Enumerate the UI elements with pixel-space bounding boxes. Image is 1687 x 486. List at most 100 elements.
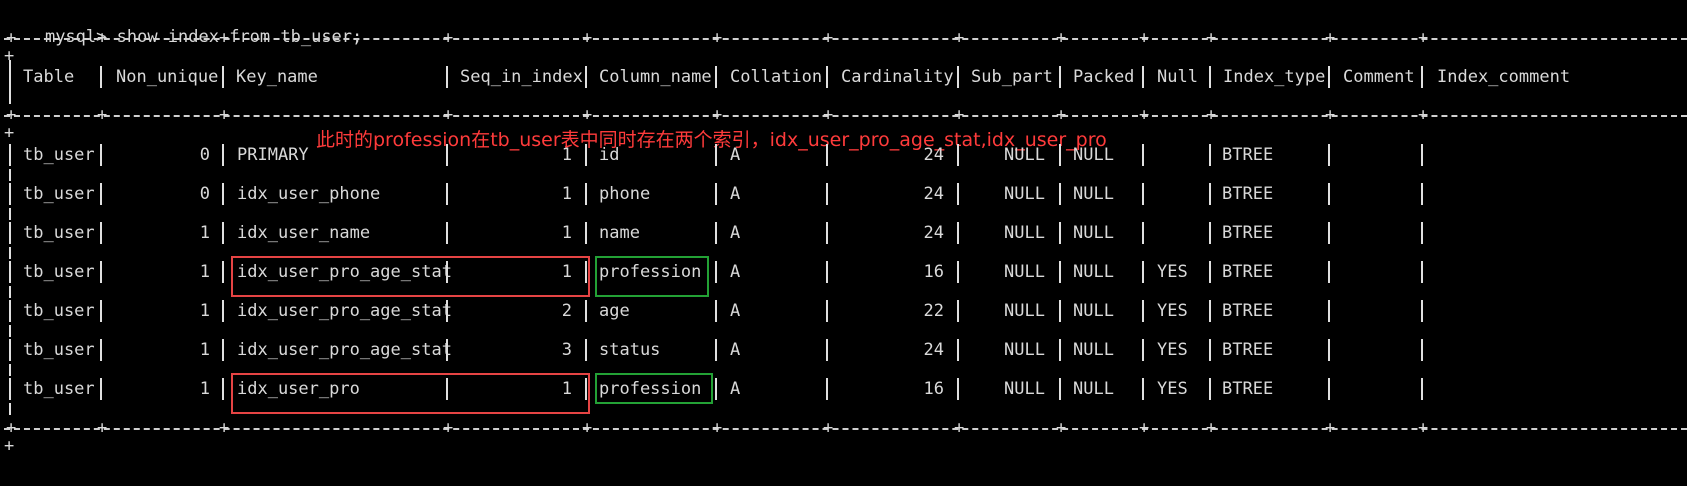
cell-separator — [1142, 300, 1144, 322]
separator-cross: + — [823, 418, 834, 438]
column-header: Index_type — [1223, 67, 1326, 87]
cell-non-unique: 1 — [199, 262, 210, 282]
cell-table: tb_user — [23, 262, 95, 282]
cell-index-type: BTREE — [1222, 145, 1274, 165]
cell-separator — [826, 144, 828, 166]
cell-separator — [9, 144, 11, 166]
cell-packed: NULL — [1073, 223, 1114, 243]
column-header: Index_comment — [1437, 67, 1571, 87]
cell-separator — [446, 300, 448, 322]
cell-separator — [1142, 222, 1144, 244]
separator-cross: + — [6, 28, 17, 48]
cell-separator — [100, 144, 102, 166]
cell-separator — [222, 300, 224, 322]
column-header: Packed — [1073, 67, 1135, 87]
cell-separator — [9, 378, 11, 400]
cell-table: tb_user — [23, 145, 95, 165]
cell-sub-part: NULL — [1004, 262, 1045, 282]
separator-cross: + — [97, 418, 108, 438]
cell-index-type: BTREE — [1222, 262, 1274, 282]
header-separator — [957, 66, 959, 88]
separator-cross: + — [443, 28, 454, 48]
cell-separator — [1421, 261, 1423, 283]
cell-separator — [1142, 144, 1144, 166]
column-header: Collation — [730, 67, 823, 87]
cell-key-name: idx_user_pro_age_stat — [237, 262, 452, 282]
column-header: Table — [23, 67, 75, 87]
separator-cross: + — [1418, 28, 1429, 48]
terminal-window[interactable]: mysql> show index from tb_user; 此时的profe… — [0, 0, 1687, 486]
cell-separator — [446, 261, 448, 283]
separator-cross: + — [582, 418, 593, 438]
cell-cardinality: 24 — [923, 184, 944, 204]
column-header: Non_unique — [116, 67, 219, 87]
cell-separator — [1328, 144, 1330, 166]
separator-cross: + — [582, 105, 593, 125]
cell-sub-part: NULL — [1004, 301, 1045, 321]
cell-separator — [100, 378, 102, 400]
header-separator — [446, 66, 448, 88]
cell-table: tb_user — [23, 301, 95, 321]
cell-separator — [446, 222, 448, 244]
cell-sub-part: NULL — [1004, 379, 1045, 399]
cell-separator — [222, 261, 224, 283]
cell-sub-part: NULL — [1004, 340, 1045, 360]
cell-separator — [957, 339, 959, 361]
cell-separator — [715, 339, 717, 361]
cell-separator — [1209, 144, 1211, 166]
cell-separator — [446, 183, 448, 205]
separator-cross: + — [823, 28, 834, 48]
cell-index-type: BTREE — [1222, 301, 1274, 321]
cell-packed: NULL — [1073, 340, 1114, 360]
cell-separator — [1209, 183, 1211, 205]
cell-separator — [1421, 339, 1423, 361]
cell-separator — [957, 222, 959, 244]
cell-separator — [1421, 222, 1423, 244]
cell-separator — [222, 339, 224, 361]
header-separator — [585, 66, 587, 88]
cell-separator — [1209, 339, 1211, 361]
separator-cross: + — [823, 105, 834, 125]
column-header: Seq_in_index — [460, 67, 583, 87]
separator-line — [4, 38, 1687, 40]
cell-non-unique: 0 — [199, 184, 210, 204]
cell-column-name: profession — [599, 262, 702, 282]
separator-cross: + — [1418, 418, 1429, 438]
column-header: Sub_part — [971, 67, 1053, 87]
cell-separator — [100, 222, 102, 244]
cell-separator — [1059, 300, 1061, 322]
header-separator — [1209, 66, 1211, 88]
cell-separator — [715, 261, 717, 283]
cell-key-name: idx_user_pro_age_stat — [237, 340, 452, 360]
separator-cross: + — [1139, 105, 1150, 125]
cell-index-type: BTREE — [1222, 340, 1274, 360]
column-header: Column_name — [599, 67, 712, 87]
cell-separator — [826, 183, 828, 205]
separator-cross: + — [219, 418, 230, 438]
cell-separator — [585, 261, 587, 283]
cell-null: YES — [1157, 262, 1188, 282]
separator-cross: + — [1206, 28, 1217, 48]
separator-cross: + — [219, 28, 230, 48]
cell-separator — [715, 222, 717, 244]
separator-cross: + — [1325, 28, 1336, 48]
cell-separator — [446, 339, 448, 361]
cell-separator — [585, 144, 587, 166]
row-wrap-mark — [9, 403, 11, 415]
separator-cross: + — [97, 28, 108, 48]
separator-cross: + — [954, 105, 965, 125]
cell-table: tb_user — [23, 223, 95, 243]
cell-seq-in-index: 1 — [561, 184, 572, 204]
header-separator — [1059, 66, 1061, 88]
cell-separator — [585, 378, 587, 400]
cell-separator — [1209, 222, 1211, 244]
cell-index-type: BTREE — [1222, 223, 1274, 243]
cell-table: tb_user — [23, 379, 95, 399]
cell-separator — [1328, 261, 1330, 283]
separator-cross: + — [1206, 418, 1217, 438]
cell-separator — [1059, 222, 1061, 244]
cell-separator — [1059, 183, 1061, 205]
cell-separator — [585, 339, 587, 361]
cell-separator — [957, 183, 959, 205]
cell-separator — [100, 183, 102, 205]
